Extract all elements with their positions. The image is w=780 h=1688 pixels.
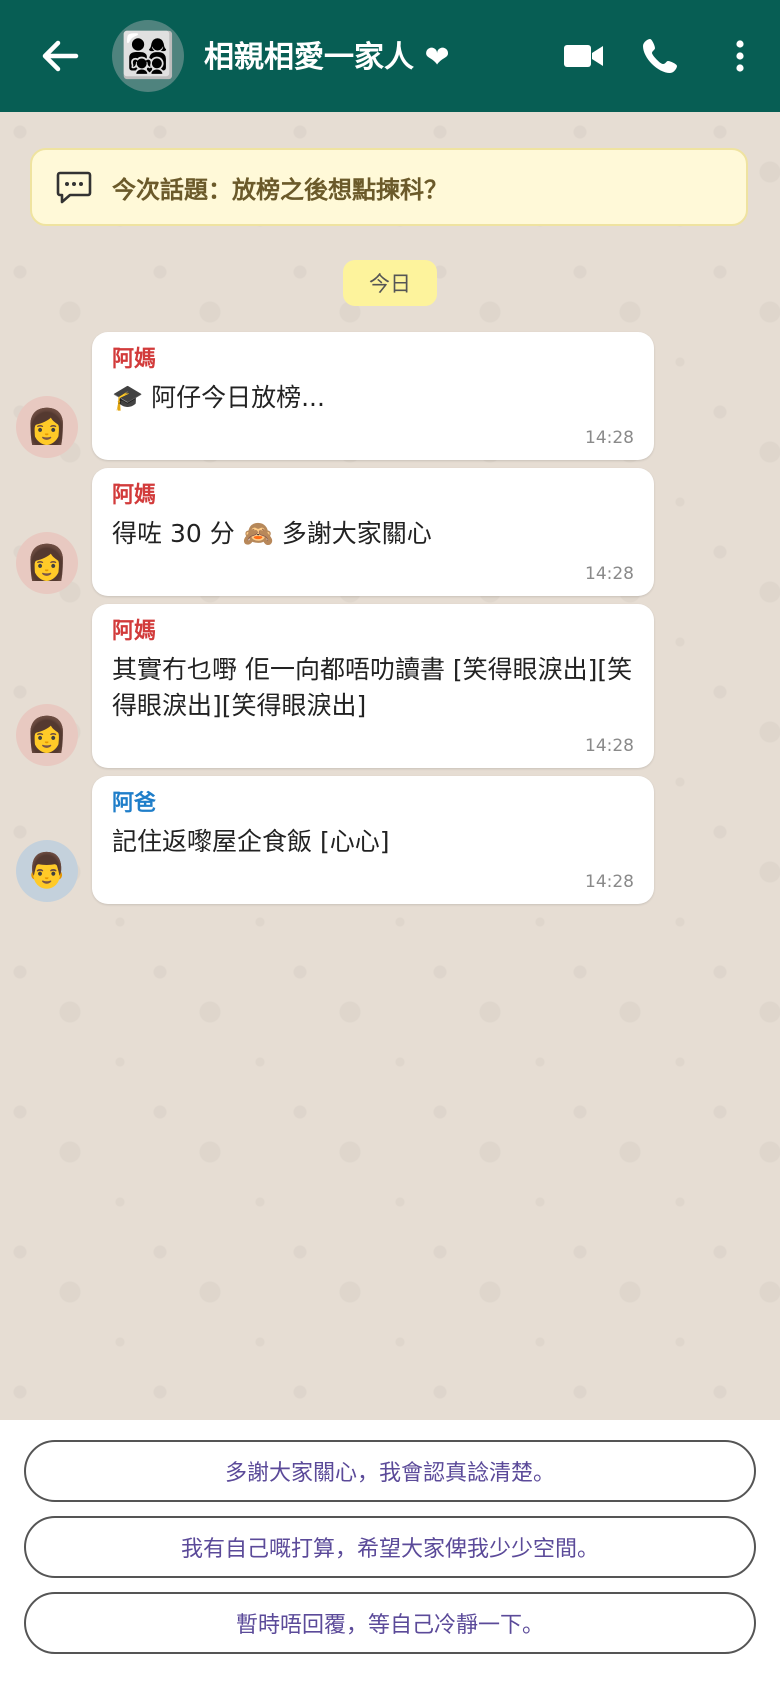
reply-option-button[interactable]: 暫時唔回覆，等自己冷靜一下。 xyxy=(24,1592,756,1654)
message-time: 14:28 xyxy=(585,872,634,892)
sender-name: 阿媽 xyxy=(112,619,157,644)
message-text: 其實冇乜嘢 佢一向都唔叻讀書 [笑得眼淚出][笑得眼淚出][笑得眼淚出] xyxy=(112,655,633,720)
message-bubble[interactable]: 阿媽 🎓 阿仔今日放榜... 14:28 xyxy=(92,332,654,460)
phone-call-icon[interactable] xyxy=(638,34,682,78)
avatar-mom[interactable]: 👩 xyxy=(16,532,78,594)
chat-area[interactable]: 今次話題：放榜之後想點揀科？ 今日 👩 阿媽 🎓 阿仔今日放榜... 14:28… xyxy=(0,112,780,1420)
reply-option-button[interactable]: 多謝大家關心，我會認真諗清楚。 xyxy=(24,1440,756,1502)
date-chip: 今日 xyxy=(343,260,437,306)
quick-replies-panel: 多謝大家關心，我會認真諗清楚。 我有自己嘅打算，希望大家俾我少少空間。 暫時唔回… xyxy=(0,1420,780,1688)
message-time: 14:28 xyxy=(585,736,634,756)
sender-name: 阿媽 xyxy=(112,347,157,372)
message-text: 得咗 30 分 🙈 多謝大家關心 xyxy=(112,519,432,548)
chat-bubble-icon xyxy=(56,171,92,204)
topic-text: 今次話題：放榜之後想點揀科？ xyxy=(112,175,448,204)
reply-option-button[interactable]: 我有自己嘅打算，希望大家俾我少少空間。 xyxy=(24,1516,756,1578)
chat-title[interactable]: 相親相愛一家人 ❤ xyxy=(204,32,450,76)
back-arrow-icon[interactable] xyxy=(36,32,84,80)
avatar-mom[interactable]: 👩 xyxy=(16,704,78,766)
sender-name: 阿媽 xyxy=(112,483,157,508)
message-text: 記住返嚟屋企食飯 [心心] xyxy=(112,827,390,856)
message-text: 🎓 阿仔今日放榜... xyxy=(112,383,325,412)
video-call-icon[interactable] xyxy=(562,34,606,78)
sender-name: 阿爸 xyxy=(112,791,157,816)
avatar-dad[interactable]: 👨 xyxy=(16,840,78,902)
group-avatar[interactable]: 👨‍👩‍👧‍👦 xyxy=(112,20,184,92)
topic-banner: 今次話題：放榜之後想點揀科？ xyxy=(30,148,748,226)
message-time: 14:28 xyxy=(585,564,634,584)
more-options-icon[interactable] xyxy=(718,34,762,78)
message-time: 14:28 xyxy=(585,428,634,448)
message-bubble[interactable]: 阿爸 記住返嚟屋企食飯 [心心] 14:28 xyxy=(92,776,654,904)
avatar-mom[interactable]: 👩 xyxy=(16,396,78,458)
message-bubble[interactable]: 阿媽 其實冇乜嘢 佢一向都唔叻讀書 [笑得眼淚出][笑得眼淚出][笑得眼淚出] … xyxy=(92,604,654,768)
message-bubble[interactable]: 阿媽 得咗 30 分 🙈 多謝大家關心 14:28 xyxy=(92,468,654,596)
chat-header: 👨‍👩‍👧‍👦 相親相愛一家人 ❤ xyxy=(0,0,780,112)
